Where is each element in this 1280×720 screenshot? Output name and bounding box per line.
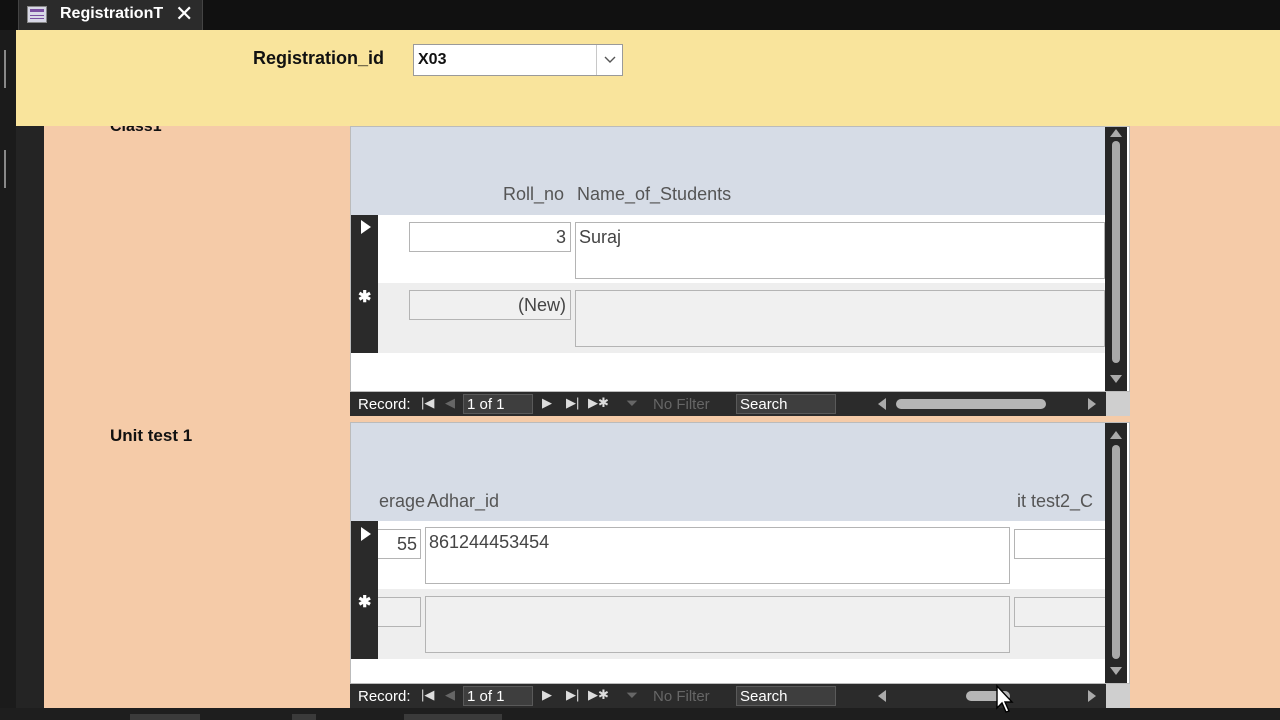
current-record-arrow-icon[interactable]: [361, 527, 371, 541]
current-record-arrow-icon[interactable]: [361, 220, 371, 234]
scroll-thumb[interactable]: [1112, 141, 1120, 363]
form-icon: [27, 6, 47, 23]
current-record-box[interactable]: 1 of 1: [463, 394, 533, 414]
scroll-left-icon[interactable]: [878, 690, 886, 702]
new-record-icon[interactable]: ▶✱: [588, 687, 609, 703]
registration-id-label: Registration_id: [253, 48, 385, 68]
column-header-adhar-id: Adhar_id: [427, 491, 500, 511]
name-of-students-field[interactable]: Suraj: [575, 222, 1105, 279]
edge-marker: [4, 150, 6, 188]
filter-funnel-icon[interactable]: ⏷: [626, 687, 638, 704]
roll-no-new-field[interactable]: (New): [409, 290, 571, 320]
class1-label: Class1: [110, 126, 162, 135]
unit-test-1-label: Unit test 1: [110, 426, 193, 445]
tab-title: RegistrationT: [60, 5, 164, 22]
filter-funnel-icon[interactable]: ⏷: [626, 395, 638, 412]
unit-test-subform: erage Adhar_id it test2_C ✱ 55 861244453…: [350, 422, 1130, 684]
first-record-icon[interactable]: |◀: [421, 395, 434, 411]
class1-label-clip: Class1: [110, 126, 190, 138]
column-header-unit-test2: it test2_C: [1017, 491, 1094, 511]
registration-id-value: X03: [418, 51, 447, 68]
resize-grip[interactable]: [1106, 392, 1130, 416]
scroll-up-icon[interactable]: [1110, 129, 1122, 137]
scroll-down-icon[interactable]: [1110, 667, 1122, 675]
record-label: Record:: [358, 396, 411, 413]
last-record-icon[interactable]: ▶|: [566, 395, 579, 411]
previous-record-icon[interactable]: ◀: [445, 395, 455, 411]
vertical-scrollbar[interactable]: [1105, 423, 1127, 683]
roll-no-field[interactable]: 3: [409, 222, 571, 252]
document-tab-bar: RegistrationT ✕: [0, 0, 1280, 30]
new-record-icon[interactable]: ▶✱: [588, 395, 609, 411]
status-segment: [404, 714, 502, 720]
column-header-roll-no: Roll_no: [503, 184, 565, 204]
search-box[interactable]: Search: [736, 394, 836, 414]
adhar-id-field[interactable]: 861244453454: [425, 527, 1010, 584]
average-new-field[interactable]: [378, 597, 421, 627]
chevron-down-icon[interactable]: [596, 45, 622, 75]
column-header-average: erage: [379, 491, 426, 511]
new-record-asterisk-icon[interactable]: ✱: [358, 287, 371, 307]
horizontal-scroll-thumb[interactable]: [896, 399, 1046, 409]
next-record-icon[interactable]: ▶: [542, 395, 552, 411]
subform-column-header: erage Adhar_id it test2_C: [351, 423, 1105, 521]
average-field[interactable]: 55: [378, 529, 421, 559]
scroll-left-icon[interactable]: [878, 398, 886, 410]
record-selector-column: ✱: [351, 521, 378, 659]
current-record-box[interactable]: 1 of 1: [463, 686, 533, 706]
class-subform: Roll_no Name_of_Students ✱ 3 Suraj (New): [350, 126, 1130, 392]
unit-test2-field[interactable]: [1014, 529, 1105, 559]
scroll-up-icon[interactable]: [1110, 431, 1122, 439]
adhar-id-new-field[interactable]: [425, 596, 1010, 653]
subform-column-header: Roll_no Name_of_Students: [351, 127, 1105, 215]
record-navigation-bar: Record: |◀ ◀ 1 of 1 ▶ ▶| ▶✱ ⏷ No Filter …: [350, 392, 1130, 416]
horizontal-scrollbar[interactable]: [870, 392, 1106, 416]
resize-grip[interactable]: [1106, 684, 1130, 708]
last-record-icon[interactable]: ▶|: [566, 687, 579, 703]
first-record-icon[interactable]: |◀: [421, 687, 434, 703]
vertical-scrollbar[interactable]: [1105, 127, 1127, 391]
no-filter-button[interactable]: No Filter: [653, 688, 710, 705]
next-record-icon[interactable]: ▶: [542, 687, 552, 703]
status-segment: [292, 714, 316, 720]
new-record-asterisk-icon[interactable]: ✱: [358, 592, 371, 612]
record-label: Record:: [358, 688, 411, 705]
scroll-down-icon[interactable]: [1110, 375, 1122, 383]
previous-record-icon[interactable]: ◀: [445, 687, 455, 703]
left-window-edge: [0, 30, 16, 720]
scroll-right-icon[interactable]: [1088, 690, 1096, 702]
scroll-right-icon[interactable]: [1088, 398, 1096, 410]
record-selector-column: ✱: [351, 215, 378, 353]
column-header-name-of-students: Name_of_Students: [577, 184, 732, 204]
registration-id-combobox[interactable]: X03: [413, 44, 623, 76]
name-of-students-new-field[interactable]: [575, 290, 1105, 347]
no-filter-button[interactable]: No Filter: [653, 396, 710, 413]
unit-test2-new-field[interactable]: [1014, 597, 1105, 627]
form-left-margin: [16, 126, 44, 708]
horizontal-scrollbar[interactable]: [870, 684, 1106, 708]
close-icon[interactable]: ✕: [175, 0, 193, 28]
search-box[interactable]: Search: [736, 686, 836, 706]
status-segment: [130, 714, 200, 720]
edge-marker: [4, 50, 6, 88]
document-tab[interactable]: RegistrationT ✕: [18, 0, 203, 30]
form-header: Registration_id X03: [16, 30, 1280, 126]
scroll-thumb[interactable]: [1112, 445, 1120, 659]
